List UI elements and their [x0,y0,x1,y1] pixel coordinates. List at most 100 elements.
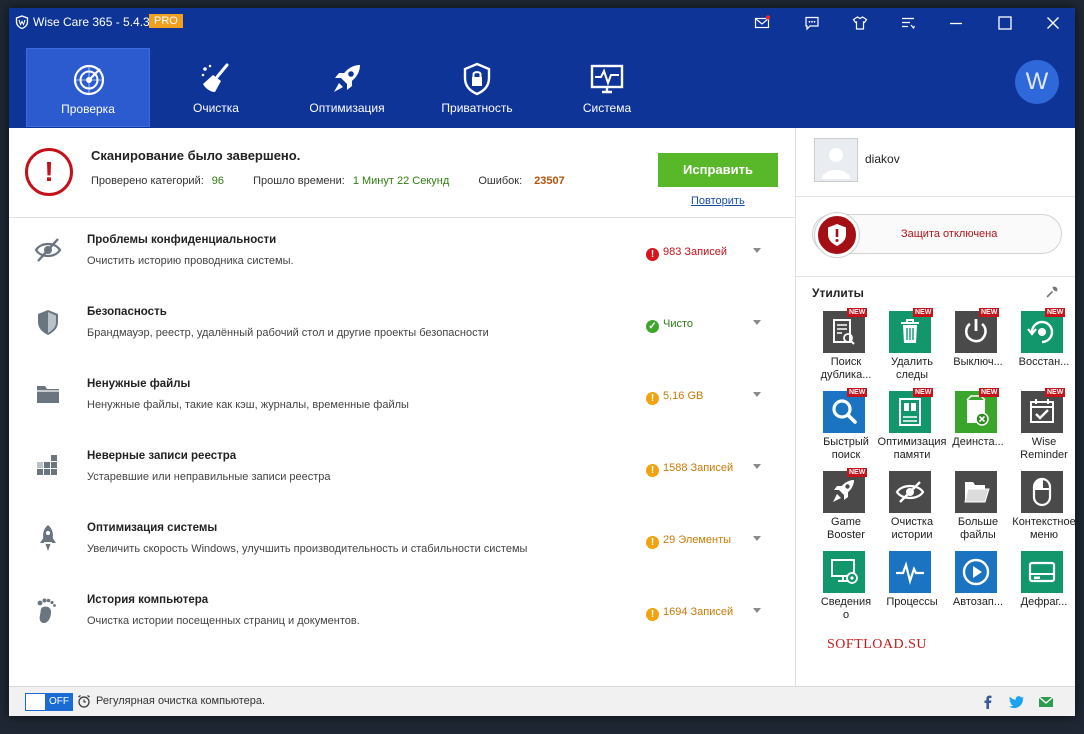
maximize-icon[interactable] [992,12,1018,34]
protection-toggle[interactable]: Защита отключена [812,213,1062,257]
app-title: Wise Care 365 - 5.4.3 [33,15,150,29]
schedule-toggle[interactable]: OFF [25,693,73,711]
utility-item[interactable]: NEW Wise Reminder [1011,388,1075,467]
category-row[interactable]: Безопасность Брандмауэр, реестр, удалённы… [9,293,795,365]
shield-icon [38,310,58,335]
category-title: Оптимизация системы [87,522,218,534]
menu-icon[interactable] [895,12,921,34]
tab-system[interactable]: Система [545,48,669,127]
twitter-icon[interactable] [1008,694,1024,710]
status-error-icon: ! [646,248,659,261]
toggle-knob [26,694,46,710]
category-row[interactable]: Неверные записи реестра Устаревшие или не… [9,437,795,509]
time-label: Прошло времени: [253,175,345,187]
utility-item[interactable]: NEW Восстан... [1011,308,1075,387]
user-avatar[interactable] [814,138,858,182]
skin-shirt-icon[interactable] [847,12,873,34]
status-text: 983 Записей [663,246,728,258]
utility-item[interactable]: NEW Выключ... [945,308,1011,387]
tab-check[interactable]: Проверка [26,48,150,127]
registry-blocks-icon [37,455,57,475]
utility-item[interactable]: NEW Быстрый поиск [813,388,879,467]
category-row[interactable]: Оптимизация системы Увеличить скорость Wi… [9,509,795,581]
errors-value: 23507 [534,175,565,187]
warning-icon: ! [25,148,73,196]
utility-item[interactable]: NEW Game Booster [813,468,879,547]
tab-label: Очистка [193,101,239,115]
status-text: 1588 Записей [663,462,734,474]
utility-item[interactable]: Контекстное меню [1011,471,1075,547]
category-status: ! 1588 Записей [646,462,733,477]
utility-item[interactable]: Дефраг... [1011,551,1075,627]
tab-label: Приватность [441,101,513,115]
fix-button[interactable]: Исправить [658,153,778,187]
status-text: 5,16 GB [663,390,704,402]
category-row[interactable]: История компьютера Очистка истории посеще… [9,581,795,653]
checked-label: Проверено категорий: [91,175,204,187]
email-share-icon[interactable] [1038,694,1054,710]
category-status: ! 5,16 GB [646,390,703,405]
bottom-bar: OFF Регулярная очистка компьютера. [9,686,1075,716]
folder-open-icon [955,471,997,513]
tab-privacy[interactable]: Приватность [415,48,539,127]
broom-icon [201,63,229,92]
retry-link[interactable]: Повторить [691,195,745,207]
status-ok-icon: ✓ [646,320,659,333]
chevron-down-icon[interactable] [753,248,761,254]
tab-label: Проверка [61,102,115,116]
category-status: ! 1694 Записей [646,606,733,621]
user-silhouette-icon [822,148,850,179]
user-name[interactable]: diakov [865,152,900,166]
chevron-down-icon[interactable] [753,392,761,398]
utility-item[interactable]: NEW Поиск дублика... [813,308,879,387]
utility-item[interactable]: Очистка истории [879,471,945,547]
utility-item[interactable]: Сведения о [813,551,879,627]
facebook-icon[interactable] [980,694,996,710]
calendar-check-icon [1021,391,1063,433]
chevron-down-icon[interactable] [753,608,761,614]
new-badge: NEW [979,388,1000,397]
status-text: 29 Элементы [663,534,732,546]
minimize-icon[interactable] [943,12,969,34]
utility-item[interactable]: Процессы [879,551,945,627]
schedule-text: Регулярная очистка компьютера. [96,695,266,707]
chevron-down-icon[interactable] [753,464,761,470]
wrench-icon[interactable] [1046,286,1058,298]
category-title: Безопасность [87,306,167,318]
mail-icon[interactable] [749,12,775,34]
memory-icon [889,391,931,433]
time-value: 1 Минут 22 Секунд [352,175,450,187]
utility-item[interactable]: NEW Деинста... [945,388,1011,467]
close-icon[interactable] [1040,12,1066,34]
tab-optimize[interactable]: Оптимизация [285,48,409,127]
category-row[interactable]: Ненужные файлы Ненужные файлы, такие как … [9,365,795,437]
eye-slash-icon [34,238,62,262]
toggle-label: OFF [46,694,72,710]
new-badge: NEW [847,468,868,477]
pro-badge: PRO [149,14,183,28]
tab-cleaner[interactable]: Очистка [154,48,278,127]
rocket-icon [334,65,360,92]
chevron-down-icon[interactable] [753,320,761,326]
category-row[interactable]: Проблемы конфиденциальности Очистить исто… [9,221,795,293]
utility-label: Дефраг... [1020,596,1068,608]
category-title: Проблемы конфиденциальности [87,234,277,246]
new-badge: NEW [913,308,934,317]
watermark: SOFTLOAD.SU [827,637,928,652]
top-bar: Wise Care 365 - 5.4.3 PRO Проверка Очист… [9,8,1075,128]
chevron-down-icon[interactable] [753,536,761,542]
category-title: История компьютера [87,594,209,606]
utility-item[interactable]: Автозап... [945,551,1011,627]
new-badge: NEW [913,388,934,397]
tab-label: Оптимизация [309,101,385,115]
eye-slash-icon [889,471,931,513]
new-badge: NEW [979,308,1000,317]
feedback-icon[interactable] [799,12,825,34]
trash-icon [889,311,931,353]
new-badge: NEW [1045,308,1066,317]
category-description: Ненужные файлы, такие как кэш, журналы, … [87,399,409,411]
utility-item[interactable]: Больше файлы [945,471,1011,547]
account-avatar[interactable]: W [1015,60,1059,104]
utility-item[interactable]: NEW Удалить следы [879,308,945,387]
utility-item[interactable]: NEW Оптимизация памяти [878,388,946,467]
